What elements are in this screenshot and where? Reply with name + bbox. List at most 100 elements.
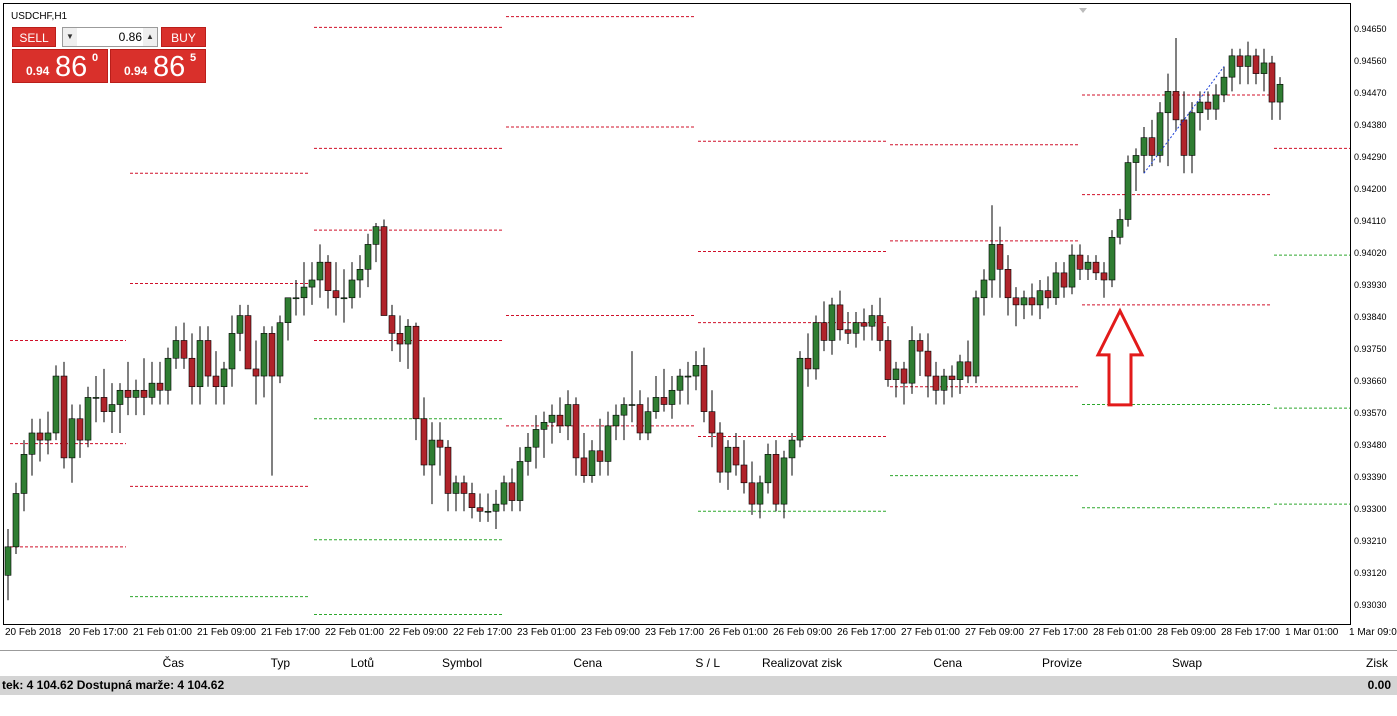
bull-candle [220,368,228,388]
bear-candle [716,432,724,473]
bear-candle [180,340,188,359]
column-header-swap[interactable]: Swap [1130,656,1202,670]
column-header-price[interactable]: Cena [520,656,602,670]
bull-candle [972,297,980,377]
bull-candle [724,446,732,473]
annotation-arrow-icon [1095,307,1145,407]
bull-candle [404,325,412,345]
bear-candle [660,397,668,405]
price-tick-label: 0.93120 [1354,568,1387,579]
bear-candle [476,507,484,512]
bear-candle [580,457,588,476]
bull-candle [1052,272,1060,299]
bear-candle [884,340,892,380]
bull-candle [788,439,796,459]
bull-candle [348,279,356,299]
bull-candle [260,333,268,377]
bear-candle [76,418,84,441]
bear-candle [1180,119,1188,156]
price-tick-label: 0.93300 [1354,504,1387,515]
bear-candle [1236,55,1244,67]
column-header-commission[interactable]: Provize [1000,656,1082,670]
bull-candle [644,411,652,434]
bear-candle [1268,62,1276,103]
bear-candle [124,389,132,398]
column-header-type[interactable]: Typ [220,656,290,670]
sell-price-pips: 86 [55,51,88,83]
time-tick-label: 23 Feb 09:00 [581,627,640,638]
time-tick-label: 27 Feb 01:00 [901,627,960,638]
bull-candle [364,244,372,270]
bear-candle [156,382,164,391]
candlestick-chart[interactable] [4,4,1350,624]
chart-area[interactable]: USDCHF,H1 SELL ▼ ▲ BUY 0.94 86 0 0.94 86… [3,3,1351,625]
bear-candle [876,315,884,341]
column-header-close-price[interactable]: Cena [890,656,962,670]
buy-quote[interactable]: 0.94 86 5 [110,49,206,83]
bull-candle [292,297,300,300]
bull-candle [1036,290,1044,306]
bull-candle [132,389,140,398]
bull-candle [164,357,172,391]
bull-candle [796,357,804,441]
bull-candle [308,279,316,288]
bull-candle [300,286,308,299]
balance-row[interactable]: tek: 4 104.62 Dostupná marže: 4 104.62 0… [0,676,1397,695]
bull-candle [852,322,860,334]
bear-candle [772,454,780,505]
bull-candle [1220,76,1228,96]
bear-candle [460,482,468,494]
bull-candle [44,432,52,441]
bull-candle [500,482,508,505]
bull-candle [588,450,596,476]
bear-candle [36,432,44,441]
sell-button[interactable]: SELL [12,27,56,47]
bull-candle [12,493,20,548]
bull-candle [1244,55,1252,67]
lot-increase-icon[interactable]: ▲ [143,28,157,46]
bear-candle [1076,254,1084,270]
time-tick-label: 1 Mar 01:00 [1285,627,1339,638]
bull-candle [1188,112,1196,156]
buy-button[interactable]: BUY [161,27,206,47]
time-tick-label: 27 Feb 09:00 [965,627,1024,638]
price-tick-label: 0.93570 [1354,408,1387,419]
bull-candle [356,269,364,281]
column-header-stop-loss[interactable]: S / L [640,656,720,670]
bear-candle [924,350,932,377]
column-header-lots[interactable]: Lotů [300,656,374,670]
bull-candle [652,397,660,412]
bull-candle [628,404,636,406]
bull-candle [1164,91,1172,114]
column-header-profit[interactable]: Zisk [1320,656,1388,670]
bull-candle [1124,162,1132,220]
bear-candle [380,226,388,316]
bear-candle [572,404,580,459]
bear-candle [964,361,972,377]
column-header-symbol[interactable]: Symbol [390,656,482,670]
bull-candle [1228,55,1236,78]
bear-candle [188,357,196,388]
lot-size-input[interactable] [78,28,144,46]
bull-candle [548,414,556,423]
sell-quote[interactable]: 0.94 86 0 [12,49,108,83]
bull-candle [492,503,500,512]
bear-candle [324,261,332,291]
column-header-time[interactable]: Čas [110,656,184,670]
balance-text: tek: 4 104.62 Dostupná marže: 4 104.62 [2,678,225,692]
column-header-take-profit[interactable]: Realizovat zisk [740,656,842,670]
bear-candle [844,329,852,334]
bull-candle [340,297,348,300]
bull-candle [172,340,180,359]
lot-decrease-icon[interactable]: ▼ [63,28,77,46]
bull-candle [1132,155,1140,163]
price-tick-label: 0.93660 [1354,376,1387,387]
bear-candle [1012,297,1020,306]
bear-candle [60,375,68,459]
bull-candle [524,446,532,462]
time-tick-label: 20 Feb 17:00 [69,627,128,638]
bear-candle [332,290,340,299]
bull-candle [276,322,284,377]
bear-candle [804,357,812,370]
price-tick-label: 0.94560 [1354,55,1387,66]
